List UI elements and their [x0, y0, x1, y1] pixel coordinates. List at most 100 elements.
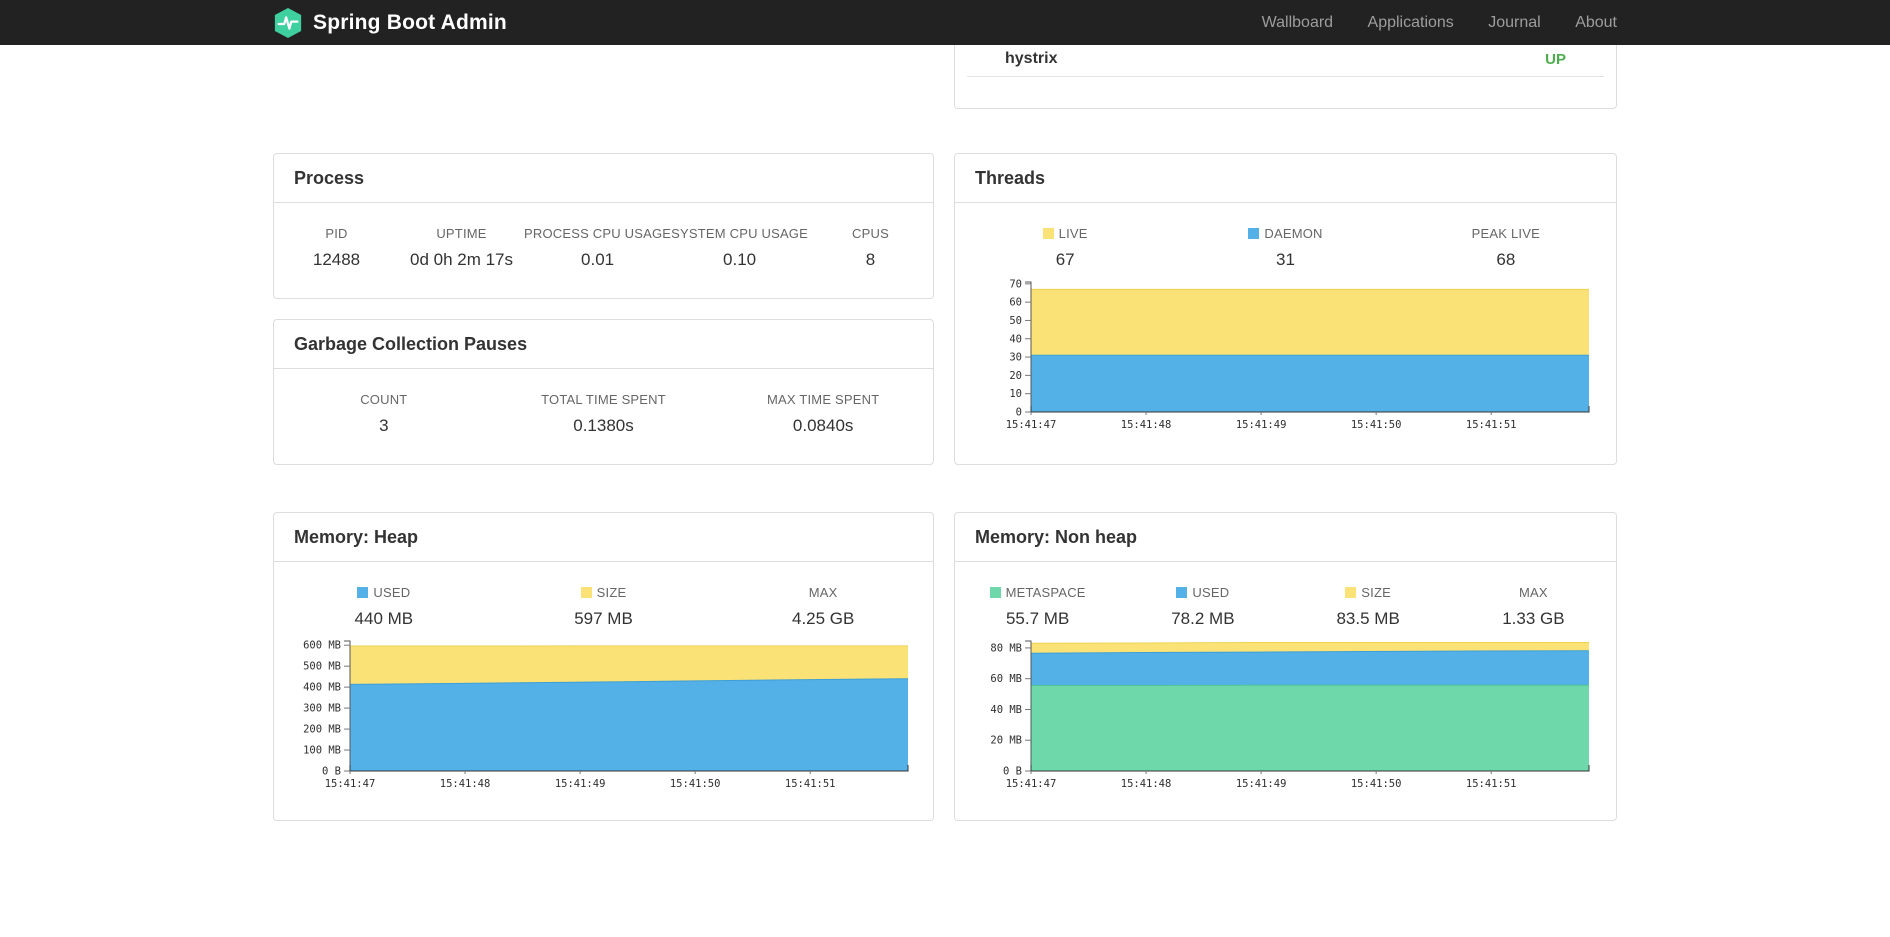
svg-text:60 MB: 60 MB — [990, 673, 1022, 685]
svg-text:15:41:51: 15:41:51 — [1466, 778, 1517, 790]
legend-item-size: SIZE 597 MB — [494, 585, 714, 629]
legend-label: MAX — [808, 585, 838, 600]
legend-item-size: SIZE 83.5 MB — [1286, 585, 1451, 629]
legend-label: DAEMON — [1175, 226, 1395, 241]
heap-legend: USED 440 MB SIZE 597 MB MAX 4.25 GB — [274, 562, 933, 629]
live-swatch-icon — [1042, 228, 1054, 239]
memory-nonheap-panel: Memory: Non heap METASPACE 55.7 MB USED … — [954, 512, 1617, 821]
legend-label: LIVE — [955, 226, 1175, 241]
metric-value: 0.1380s — [573, 416, 634, 435]
legend-item-max: MAX 4.25 GB — [713, 585, 933, 629]
svg-text:500 MB: 500 MB — [303, 661, 341, 673]
threads-panel-heading: Threads — [955, 154, 1616, 203]
metric-value: 8 — [865, 250, 876, 269]
svg-text:15:41:48: 15:41:48 — [1121, 778, 1172, 790]
heap-chart: 0 B 100 MB 200 MB 300 MB 400 MB 500 MB 600 MB 1… — [303, 640, 909, 790]
svg-text:60: 60 — [1009, 297, 1022, 309]
nav-item-about[interactable]: About — [1575, 14, 1617, 31]
metric-label: TOTAL TIME SPENT — [541, 392, 666, 407]
metric-value: 0.0840s — [792, 416, 854, 435]
legend-label: USED — [274, 585, 494, 600]
size-swatch-icon — [580, 587, 592, 598]
svg-text:40 MB: 40 MB — [990, 704, 1022, 716]
nonheap-panel-title: Memory: Non heap — [975, 527, 1138, 547]
gc-metrics: COUNT 3 TOTAL TIME SPENT 0.1380s MAX TIM… — [274, 369, 933, 436]
legend-item-used: USED 440 MB — [274, 585, 494, 629]
memory-heap-panel: Memory: Heap USED 440 MB SIZE 597 MB MAX… — [273, 512, 934, 821]
legend-item-daemon: DAEMON 31 — [1175, 226, 1395, 270]
nav-item-journal[interactable]: Journal — [1488, 14, 1540, 31]
svg-text:20: 20 — [1009, 370, 1022, 382]
svg-text:15:41:49: 15:41:49 — [1236, 778, 1287, 790]
svg-text:40: 40 — [1009, 333, 1022, 345]
health-row-hystrix: hystrix UP — [967, 45, 1604, 77]
metric-gc-count: COUNT 3 — [274, 392, 494, 436]
svg-text:50: 50 — [1009, 315, 1022, 327]
legend-label: MAX — [1518, 585, 1548, 600]
threads-legend: LIVE 67 DAEMON 31 PEAK LIVE 68 — [955, 203, 1616, 270]
metric-uptime: UPTIME 0d 0h 2m 17s — [399, 226, 524, 270]
svg-text:600 MB: 600 MB — [303, 640, 341, 652]
legend-label: SIZE — [1286, 585, 1451, 600]
metric-value: 12488 — [312, 250, 361, 269]
legend-item-used: USED 78.2 MB — [1120, 585, 1285, 629]
legend-item-metaspace: METASPACE 55.7 MB — [955, 585, 1120, 629]
svg-text:15:41:51: 15:41:51 — [785, 778, 836, 790]
legend-value: 83.5 MB — [1336, 609, 1400, 628]
legend-value: 68 — [1496, 250, 1516, 269]
svg-text:400 MB: 400 MB — [303, 682, 341, 694]
gc-panel: Garbage Collection Pauses COUNT 3 TOTAL … — [273, 319, 934, 465]
nav-item-applications[interactable]: Applications — [1368, 14, 1454, 31]
svg-text:300 MB: 300 MB — [303, 703, 341, 715]
svg-text:15:41:50: 15:41:50 — [1351, 419, 1402, 431]
metric-pid: PID 12488 — [274, 226, 399, 270]
health-item-name: hystrix — [1005, 50, 1058, 67]
svg-text:20 MB: 20 MB — [990, 735, 1022, 747]
process-panel-heading: Process — [274, 154, 933, 203]
svg-text:15:41:50: 15:41:50 — [1351, 778, 1402, 790]
svg-text:10: 10 — [1009, 388, 1022, 400]
svg-text:15:41:48: 15:41:48 — [1121, 419, 1172, 431]
svg-text:200 MB: 200 MB — [303, 724, 341, 736]
gc-panel-title: Garbage Collection Pauses — [294, 334, 528, 354]
svg-text:15:41:48: 15:41:48 — [440, 778, 491, 790]
metric-label: CPUS — [852, 226, 889, 241]
nonheap-chart: 0 B 20 MB 40 MB 60 MB 80 MB 15:41:47 15:41:48 1… — [990, 640, 1590, 790]
svg-text:15:41:49: 15:41:49 — [555, 778, 606, 790]
metric-value: 3 — [379, 416, 389, 435]
brand-title: Spring Boot Admin — [313, 10, 507, 34]
svg-text:70: 70 — [1009, 278, 1022, 290]
metric-value: 0.10 — [723, 250, 757, 269]
metric-label: PROCESS CPU USAGE — [524, 226, 672, 241]
metric-value: 0d 0h 2m 17s — [409, 250, 513, 269]
nav-links: Wallboard Applications Journal About — [1232, 14, 1617, 32]
nonheap-legend: METASPACE 55.7 MB USED 78.2 MB SIZE 83.5… — [955, 562, 1616, 629]
nonheap-panel-heading: Memory: Non heap — [955, 513, 1616, 562]
svg-text:0: 0 — [1016, 407, 1022, 419]
svg-text:30: 30 — [1009, 352, 1022, 364]
legend-value: 31 — [1276, 250, 1295, 269]
legend-label: METASPACE — [955, 585, 1120, 600]
legend-value: 55.7 MB — [1005, 609, 1070, 628]
nav-item-wallboard[interactable]: Wallboard — [1262, 14, 1333, 31]
threads-chart: 0 10 20 30 40 50 60 70 15:41:47 15:41:48 15:41:49 1… — [1006, 278, 1590, 431]
metric-system-cpu-usage: SYSTEM CPU USAGE 0.10 — [671, 226, 808, 270]
main-content: hystrix UP Process PID 12488 UPTIME 0d 0… — [273, 45, 1617, 821]
svg-text:15:41:47: 15:41:47 — [1006, 419, 1057, 431]
legend-label: USED — [1120, 585, 1285, 600]
svg-text:15:41:51: 15:41:51 — [1466, 419, 1517, 431]
heap-panel-heading: Memory: Heap — [274, 513, 933, 562]
legend-value: 4.25 GB — [791, 609, 855, 628]
legend-item-max: MAX 1.33 GB — [1451, 585, 1616, 629]
svg-text:15:41:47: 15:41:47 — [1006, 778, 1057, 790]
daemon-swatch-icon — [1248, 228, 1260, 239]
health-status-badge: UP — [1545, 50, 1566, 68]
metric-gc-total-time: TOTAL TIME SPENT 0.1380s — [494, 392, 714, 436]
svg-text:15:41:49: 15:41:49 — [1236, 419, 1287, 431]
legend-value: 1.33 GB — [1502, 609, 1565, 628]
brand-link[interactable]: Spring Boot Admin — [273, 7, 507, 39]
legend-value: 597 MB — [574, 609, 633, 628]
legend-item-peak-live: PEAK LIVE 68 — [1396, 226, 1616, 270]
legend-value: 78.2 MB — [1171, 609, 1235, 628]
spring-boot-admin-logo-icon — [273, 7, 303, 39]
